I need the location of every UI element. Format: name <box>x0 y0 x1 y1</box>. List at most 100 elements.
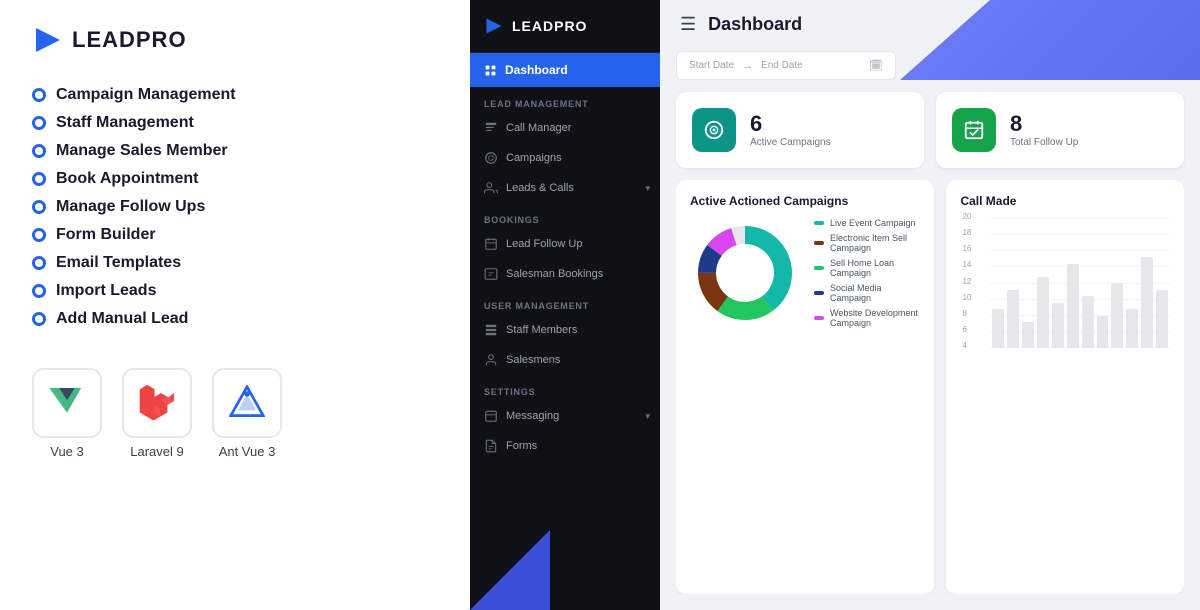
campaigns-stat-icon <box>703 119 725 141</box>
legend-label-1: Electronic Item Sell Campaign <box>830 233 920 253</box>
followup-stat-info: 8 Total Follow Up <box>1010 113 1078 148</box>
y-label-4: 4 <box>962 341 966 350</box>
bar-8 <box>1097 316 1109 349</box>
y-label-12: 12 <box>962 277 971 286</box>
legend-item-2: Sell Home Loan Campaign <box>814 258 920 278</box>
bar-2 <box>1007 290 1019 349</box>
nav-bullet-4 <box>32 200 46 214</box>
bar-5 <box>1052 303 1064 349</box>
nav-item-0[interactable]: Campaign Management <box>32 84 438 106</box>
bar-7 <box>1082 296 1094 348</box>
campaigns-icon <box>484 151 498 165</box>
hamburger-icon[interactable]: ☰ <box>680 14 696 35</box>
sidebar-item-salesmens[interactable]: Salesmens <box>470 345 660 375</box>
call-manager-icon <box>484 121 498 135</box>
tech-badge-vue: Vue 3 <box>32 368 102 459</box>
bar-4 <box>1037 277 1049 349</box>
sidebar-item-call-manager[interactable]: Call Manager <box>470 113 660 143</box>
bar-9 <box>1111 283 1123 348</box>
staff-members-icon <box>484 323 498 337</box>
right-content: ☰ Dashboard Start Date → End Date 🗓 <box>660 0 1200 610</box>
nav-item-4[interactable]: Manage Follow Ups <box>32 196 438 218</box>
logo-text: LEADPRO <box>72 27 187 53</box>
nav-bullet-8 <box>32 312 46 326</box>
legend-item-4: Website Development Campaign <box>814 308 920 328</box>
vue-logo-icon <box>49 388 85 418</box>
y-label-8: 8 <box>962 309 966 318</box>
sidebar-section-user-management: User Management <box>470 289 660 315</box>
legend-dot-4 <box>814 316 824 320</box>
legend-dot-2 <box>814 266 824 270</box>
nav-item-8[interactable]: Add Manual Lead <box>32 308 438 330</box>
donut-chart <box>690 218 800 328</box>
legend-dot-3 <box>814 291 824 295</box>
y-label-14: 14 <box>962 260 971 269</box>
content-body: Start Date → End Date 🗓 6 <box>660 43 1200 610</box>
nav-item-6[interactable]: Email Templates <box>32 252 438 274</box>
nav-item-5[interactable]: Form Builder <box>32 224 438 246</box>
sidebar-item-leads-calls-label: Leads & Calls <box>506 182 574 194</box>
sidebar-section-bookings: Bookings <box>470 203 660 229</box>
date-filter[interactable]: Start Date → End Date 🗓 <box>676 51 896 80</box>
antvue-icon-box <box>212 368 282 438</box>
legend-dot-1 <box>814 241 824 245</box>
bar-6 <box>1067 264 1079 349</box>
nav-bullet-3 <box>32 172 46 186</box>
sidebar-item-campaigns[interactable]: Campaigns <box>470 143 660 173</box>
laravel-icon-box <box>122 368 192 438</box>
sidebar-item-salesman-bookings[interactable]: Salesman Bookings <box>470 259 660 289</box>
sidebar-section-lead-management: Lead Management <box>470 87 660 113</box>
nav-item-7[interactable]: Import Leads <box>32 280 438 302</box>
chart-card-calls: Call Made 20 18 16 14 12 10 8 6 4 <box>946 180 1184 594</box>
tech-badge-antvue: Ant Vue 3 <box>212 368 282 459</box>
leads-calls-arrow: ▾ <box>645 183 650 194</box>
end-date-label: End Date <box>761 60 803 71</box>
legend-label-3: Social Media Campaign <box>830 283 920 303</box>
sidebar-logo-text: LEADPRO <box>512 18 587 34</box>
bar-3 <box>1022 322 1034 348</box>
forms-icon <box>484 439 498 453</box>
nav-label-2: Manage Sales Member <box>56 142 228 160</box>
sidebar-logo-icon <box>484 16 504 36</box>
logo-area: LEADPRO <box>32 24 438 56</box>
y-label-18: 18 <box>962 228 971 237</box>
bar-1 <box>992 309 1004 348</box>
tech-badge-laravel: Laravel 9 <box>122 368 192 459</box>
chart-card-campaigns: Active Actioned Campaigns <box>676 180 934 594</box>
nav-label-6: Email Templates <box>56 254 181 272</box>
chart-legend: Live Event Campaign Electronic Item Sell… <box>814 218 920 328</box>
sidebar-item-forms[interactable]: Forms <box>470 431 660 461</box>
sidebar-item-lead-follow-up[interactable]: Lead Follow Up <box>470 229 660 259</box>
sidebar-item-staff-members[interactable]: Staff Members <box>470 315 660 345</box>
followup-label: Total Follow Up <box>1010 137 1078 148</box>
nav-item-1[interactable]: Staff Management <box>32 112 438 134</box>
dashboard-icon <box>484 64 497 77</box>
chart-title-calls: Call Made <box>960 194 1170 208</box>
campaigns-label: Active Campaigns <box>750 137 831 148</box>
nav-item-3[interactable]: Book Appointment <box>32 168 438 190</box>
nav-bullet-2 <box>32 144 46 158</box>
leads-calls-icon <box>484 181 498 195</box>
legend-label-0: Live Event Campaign <box>830 218 916 228</box>
stat-card-campaigns: 6 Active Campaigns <box>676 92 924 168</box>
nav-item-2[interactable]: Manage Sales Member <box>32 140 438 162</box>
left-panel: LEADPRO Campaign Management Staff Managem… <box>0 0 470 610</box>
nav-list: Campaign Management Staff Management Manag… <box>32 84 438 330</box>
sidebar-logo: LEADPRO <box>470 0 660 53</box>
nav-label-4: Manage Follow Ups <box>56 198 205 216</box>
sidebar-item-leads-calls[interactable]: Leads & Calls ▾ <box>470 173 660 203</box>
bar-12 <box>1156 290 1168 349</box>
sidebar-item-dashboard[interactable]: Dashboard <box>470 53 660 87</box>
antvu-logo-icon <box>229 385 265 421</box>
sidebar: LEADPRO Dashboard Lead Management <box>470 0 660 610</box>
start-date-label: Start Date <box>689 60 734 71</box>
sidebar-item-messaging[interactable]: Messaging ▾ <box>470 401 660 431</box>
logo-icon <box>32 24 64 56</box>
legend-item-3: Social Media Campaign <box>814 283 920 303</box>
salesman-bookings-icon <box>484 267 498 281</box>
vue-label: Vue 3 <box>50 444 84 459</box>
nav-label-1: Staff Management <box>56 114 194 132</box>
nav-label-3: Book Appointment <box>56 170 199 188</box>
campaigns-stat-info: 6 Active Campaigns <box>750 113 831 148</box>
followup-stat-icon-box <box>952 108 996 152</box>
